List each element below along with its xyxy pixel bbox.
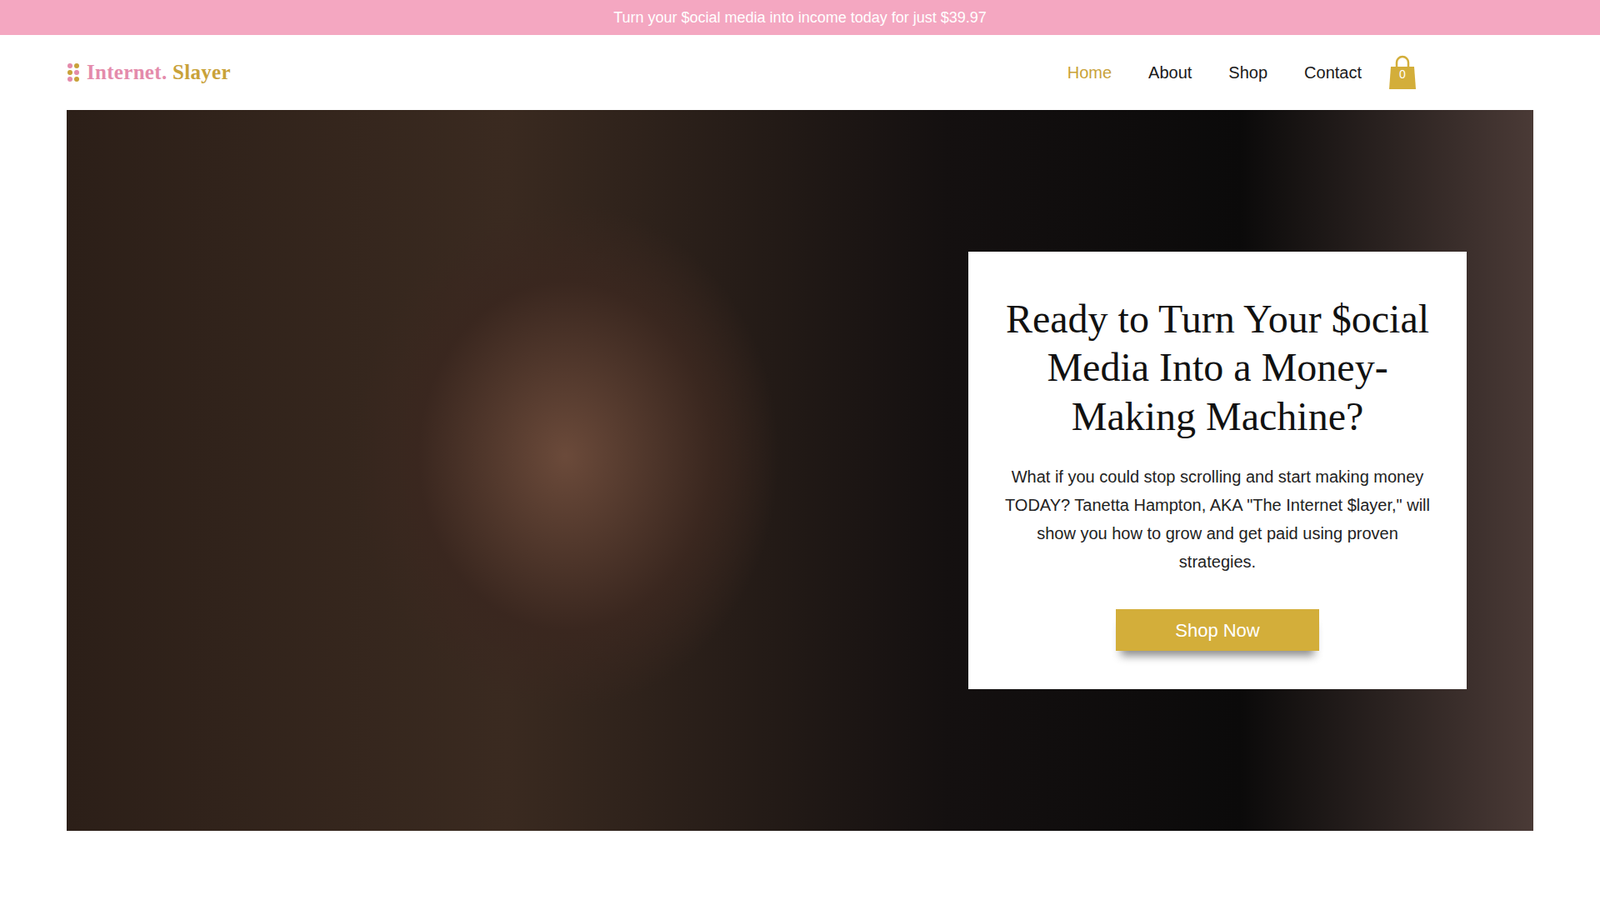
nav-link[interactable]: Contact [1285,55,1380,90]
logo-part: Internet. [86,60,167,84]
banner-text: Turn your $ocial media into income today… [613,6,987,30]
cart-count: 0 [1388,68,1417,80]
nav-link[interactable]: Home [1049,55,1130,90]
hero-text: What if you could stop scrolling and sta… [1001,462,1434,576]
shop-now-button[interactable]: Shop Now [1115,609,1320,651]
nav-link[interactable]: Shop [1210,55,1286,90]
logo-text: Internet. Slayer [86,56,231,89]
main-nav: HomeAboutShopContact 0 [1049,55,1417,90]
site-header: Internet. Slayer HomeAboutShopContact 0 [0,35,1600,110]
cart-button[interactable]: 0 [1388,55,1417,90]
hero-card: Ready to Turn Your $ocial Media Into a M… [968,251,1467,690]
hero-title: Ready to Turn Your $ocial Media Into a M… [1001,295,1434,442]
logo-part: Slayer [172,60,231,84]
site-logo[interactable]: Internet. Slayer [66,56,231,89]
logo-dots-icon [66,62,80,83]
hero-image: Ready to Turn Your $ocial Media Into a M… [66,110,1534,831]
nav-link[interactable]: About [1130,55,1210,90]
promo-banner: Turn your $ocial media into income today… [0,0,1600,35]
